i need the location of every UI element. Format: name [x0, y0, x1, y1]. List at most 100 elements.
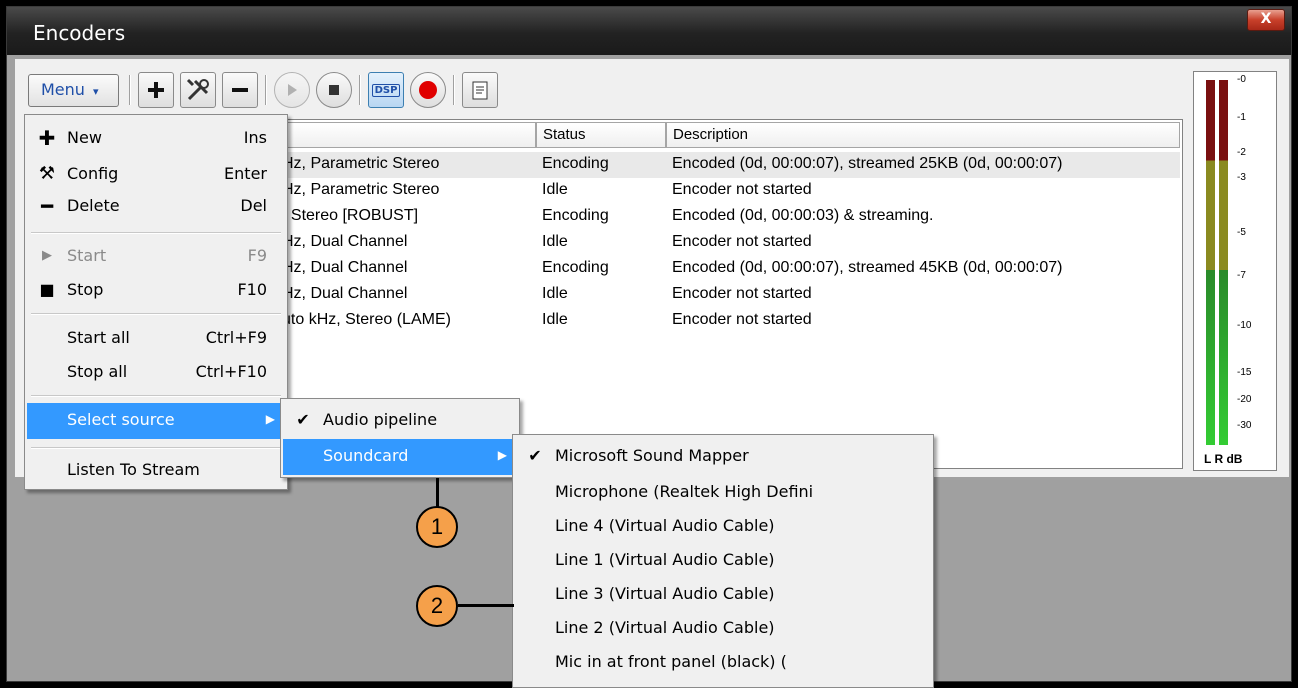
- menu-item-label: Listen To Stream: [67, 460, 200, 479]
- menu-item-shortcut: Del: [240, 196, 267, 215]
- menu-item-shortcut: Ctrl+F10: [195, 362, 267, 381]
- row-status: Encoding: [542, 259, 609, 276]
- column-header-description[interactable]: Description: [666, 122, 1180, 148]
- record-button[interactable]: [410, 72, 446, 108]
- meter-footer: L R dB: [1204, 452, 1243, 466]
- encoders-window: Encoders X Menu ▾ DSP Status Description…: [0, 0, 1298, 688]
- menu-item-soundcard-device[interactable]: Line 1 (Virtual Audio Cable): [515, 543, 931, 579]
- db-label: -20: [1237, 394, 1252, 405]
- window-title: Encoders: [33, 21, 126, 45]
- toolbar-separator: [265, 75, 267, 105]
- close-button[interactable]: X: [1247, 9, 1285, 31]
- menu-item-shortcut: F10: [237, 280, 267, 299]
- db-label: -30: [1237, 420, 1252, 431]
- db-label: -0: [1237, 74, 1246, 85]
- menu-item-shortcut: F9: [247, 246, 267, 265]
- menu-item-label: Audio pipeline: [323, 410, 438, 429]
- menu-item-soundcard-device[interactable]: Mic in at front panel (black) (: [515, 645, 931, 681]
- menu-item-label: Microsoft Sound Mapper: [555, 446, 749, 465]
- menu-item-stop[interactable]: ■ Stop F10: [27, 273, 285, 309]
- menu-item-soundcard-device[interactable]: Microphone (Realtek High Defini: [515, 475, 931, 511]
- menu-item-shortcut: Ctrl+F9: [205, 328, 267, 347]
- db-label: -5: [1237, 227, 1246, 238]
- db-label: -2: [1237, 147, 1246, 158]
- left-channel-bar: [1206, 80, 1215, 445]
- menu-item-label: New: [67, 128, 102, 147]
- plus-icon: ✚: [38, 126, 56, 150]
- menu-separator: [31, 447, 281, 449]
- menu-separator: [31, 313, 281, 315]
- menu-item-label: Stop: [67, 280, 104, 299]
- callout-1: 1: [416, 506, 458, 548]
- row-format: Hz, Dual Channel: [282, 259, 408, 276]
- row-status: Idle: [542, 181, 568, 198]
- menu-item-stop-all[interactable]: Stop all Ctrl+F10: [27, 355, 285, 391]
- play-icon: ▶: [42, 248, 52, 263]
- menu-item-soundcard-device[interactable]: Line 4 (Virtual Audio Cable): [515, 509, 931, 545]
- chevron-right-icon: ▶: [497, 448, 507, 462]
- chevron-right-icon: ▶: [265, 412, 275, 426]
- toolbar-separator: [129, 75, 131, 105]
- row-format: uto kHz, Stereo (LAME): [282, 311, 451, 328]
- remove-encoder-button[interactable]: [222, 72, 258, 108]
- main-menu: ✚ New Ins ⚒ Config Enter ━ Delete Del ▶ …: [24, 114, 288, 490]
- callout-connector: [458, 604, 514, 607]
- column-header-status[interactable]: Status: [536, 122, 666, 148]
- row-status: Idle: [542, 311, 568, 328]
- row-status: Idle: [542, 285, 568, 302]
- menu-item-label: Line 4 (Virtual Audio Cable): [555, 516, 775, 535]
- check-icon: ✔: [528, 446, 542, 465]
- menu-item-soundcard[interactable]: Soundcard ▶: [283, 439, 517, 475]
- row-description: Encoder not started: [672, 233, 812, 250]
- row-description: Encoded (0d, 00:00:03) & streaming.: [672, 207, 934, 224]
- log-icon: [472, 81, 488, 100]
- row-description: Encoder not started: [672, 311, 812, 328]
- log-button[interactable]: [462, 72, 498, 108]
- menu-item-listen-to-stream[interactable]: Listen To Stream: [27, 453, 285, 489]
- menu-item-soundcard-device[interactable]: Line 3 (Virtual Audio Cable): [515, 577, 931, 613]
- row-description: Encoder not started: [672, 181, 812, 198]
- stop-icon: ■: [39, 280, 55, 299]
- row-format: Hz, Dual Channel: [282, 285, 408, 302]
- row-format: Hz, Dual Channel: [282, 233, 408, 250]
- menu-item-label: Line 2 (Virtual Audio Cable): [555, 618, 775, 637]
- menu-item-soundcard-device[interactable]: ✔ Microsoft Sound Mapper: [515, 439, 931, 475]
- menu-item-label: Soundcard: [323, 446, 409, 465]
- menu-item-new[interactable]: ✚ New Ins: [27, 121, 285, 157]
- dsp-button[interactable]: DSP: [368, 72, 404, 108]
- callout-2: 2: [416, 585, 458, 627]
- menu-item-config[interactable]: ⚒ Config Enter: [27, 157, 285, 193]
- menu-item-start[interactable]: ▶ Start F9: [27, 239, 285, 275]
- menu-button-label: Menu: [41, 80, 85, 99]
- menu-item-label: Start all: [67, 328, 130, 347]
- menu-item-audio-pipeline[interactable]: ✔ Audio pipeline: [283, 403, 517, 439]
- soundcard-submenu: ✔ Microsoft Sound Mapper Microphone (Rea…: [512, 434, 934, 688]
- row-format: , Stereo [ROBUST]: [282, 207, 419, 224]
- menu-item-label: Mic in at front panel (black) (: [555, 652, 787, 671]
- start-encoder-button[interactable]: [274, 72, 310, 108]
- toolbar-separator: [359, 75, 361, 105]
- db-label: -1: [1237, 112, 1246, 123]
- menu-button[interactable]: Menu ▾: [28, 74, 119, 107]
- add-icon: [148, 82, 164, 98]
- menu-item-shortcut: Enter: [224, 164, 267, 183]
- configure-encoder-button[interactable]: [180, 72, 216, 108]
- menu-item-shortcut: Ins: [243, 128, 267, 147]
- add-encoder-button[interactable]: [138, 72, 174, 108]
- record-icon: [419, 81, 437, 99]
- tools-icon: [186, 78, 209, 101]
- menu-item-label: Microphone (Realtek High Defini: [555, 482, 814, 501]
- row-status: Idle: [542, 233, 568, 250]
- menu-item-soundcard-device[interactable]: Line 2 (Virtual Audio Cable): [515, 611, 931, 647]
- stop-encoder-button[interactable]: [316, 72, 352, 108]
- menu-item-select-source[interactable]: Select source ▶: [27, 403, 285, 439]
- toolbar-separator: [453, 75, 455, 105]
- minus-icon: ━: [40, 194, 54, 218]
- title-bar[interactable]: Encoders X: [7, 7, 1291, 55]
- right-channel-bar: [1219, 80, 1228, 445]
- menu-separator: [31, 395, 281, 397]
- menu-item-start-all[interactable]: Start all Ctrl+F9: [27, 321, 285, 357]
- level-meter: -0 -1 -2 -3 -5 -7 -10 -15 -20 -30 L R dB: [1193, 71, 1277, 471]
- menu-item-label: Stop all: [67, 362, 128, 381]
- menu-item-delete[interactable]: ━ Delete Del: [27, 189, 285, 225]
